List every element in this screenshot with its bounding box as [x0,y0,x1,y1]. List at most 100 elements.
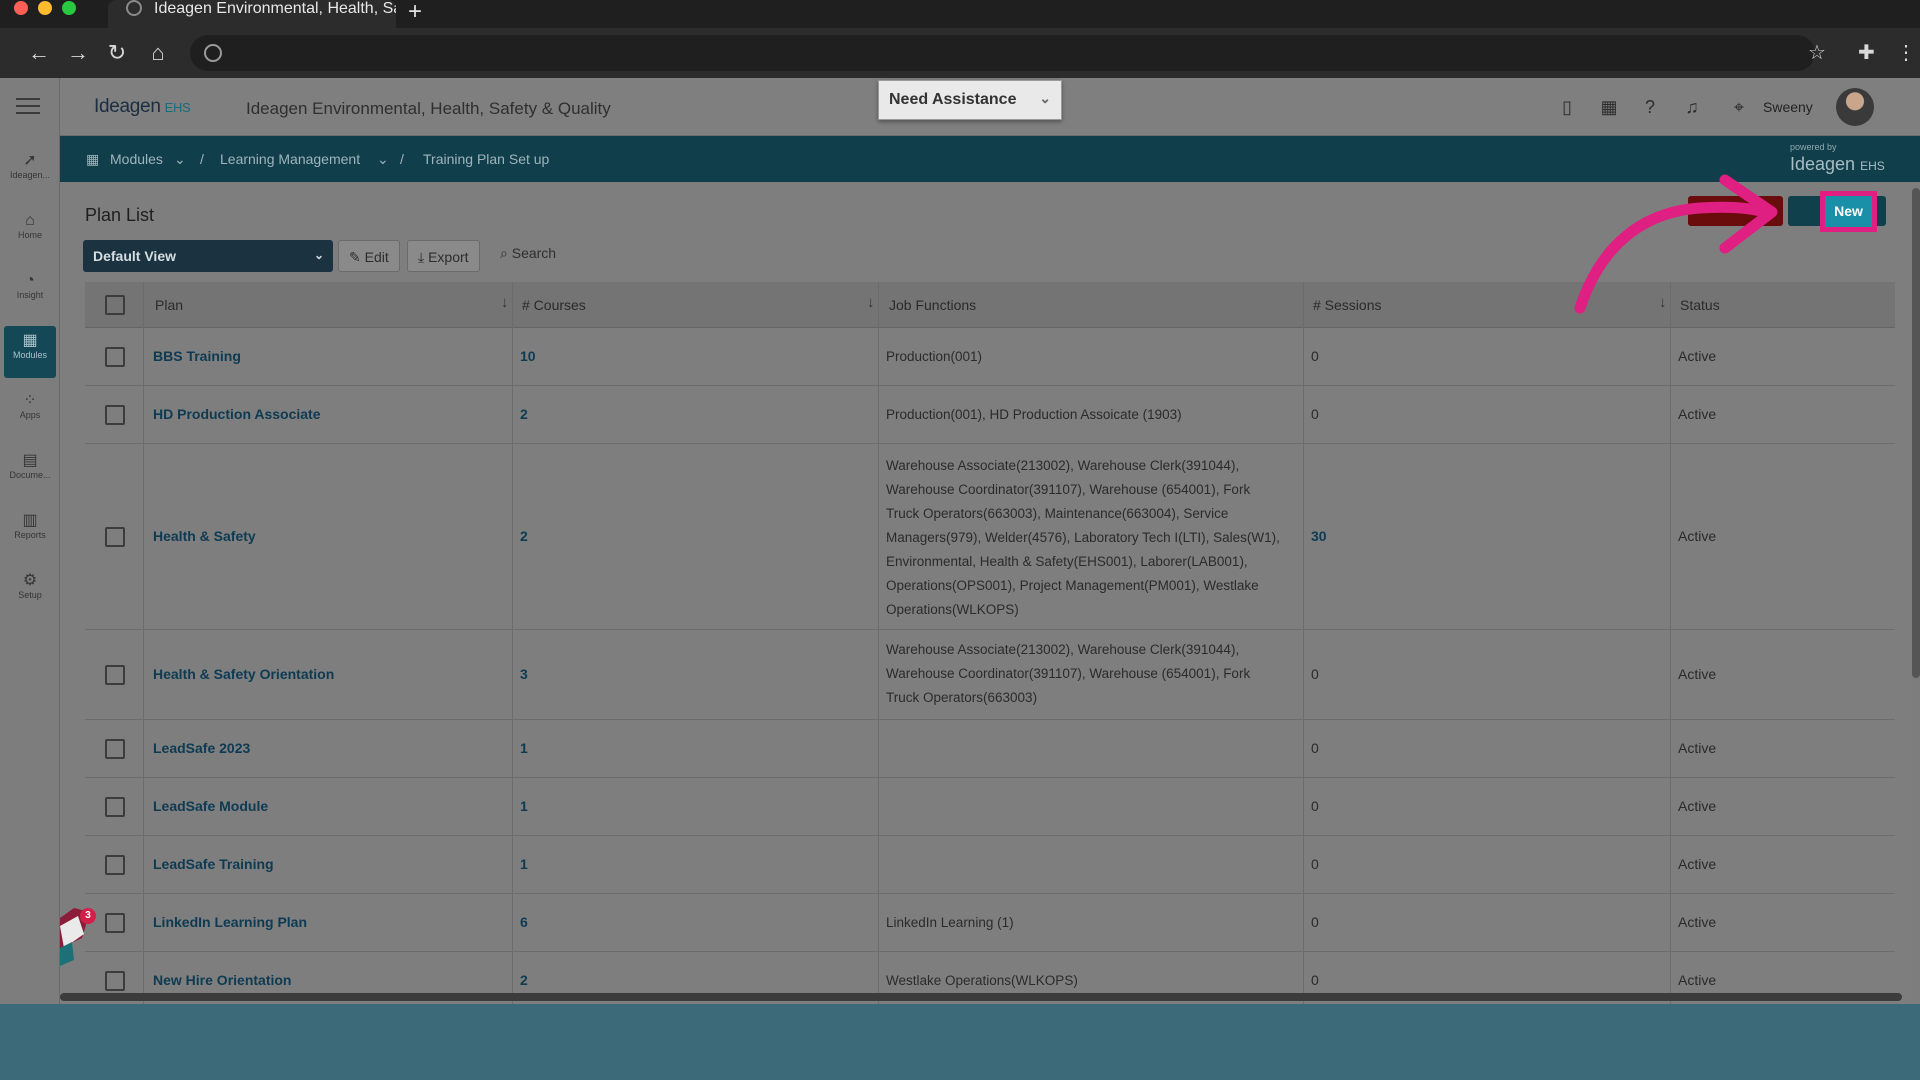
user-name[interactable]: Sweeny [1763,99,1813,115]
courses-count[interactable]: 1 [520,740,528,756]
home-icon[interactable]: ⌂ [143,38,173,68]
help-icon[interactable]: ? [1638,95,1662,119]
horizontal-scrollbar[interactable] [60,993,1902,1001]
row-checkbox[interactable] [105,347,125,367]
select-all-checkbox[interactable] [105,295,125,315]
close-window-button[interactable] [14,1,28,15]
table-row[interactable]: LeadSafe 2023 1 0 Active [85,720,1895,778]
status-value: Active [1678,348,1717,364]
export-button[interactable]: ⤓ Export [407,240,480,272]
plan-link[interactable]: New Hire Orientation [153,972,291,988]
row-checkbox[interactable] [105,405,125,425]
nav-item-home[interactable]: ⌂ Home [4,206,56,258]
row-checkbox[interactable] [105,665,125,685]
browser-tabstrip: Ideagen Environmental, Health, Sa + [0,0,1920,28]
row-checkbox[interactable] [105,971,125,991]
row-checkbox[interactable] [105,797,125,817]
column-header-status[interactable]: Status [1680,297,1720,313]
sort-arrow-icon[interactable]: ↓ [867,294,875,311]
nav-item-setup[interactable]: ⚙ Setup [4,566,56,618]
calendar-icon[interactable]: ▦ [1597,95,1621,119]
nav-label: Setup [18,590,42,600]
back-icon[interactable]: ← [24,38,54,68]
bell-icon[interactable]: ♫ [1680,95,1704,119]
breadcrumb-learning-management[interactable]: Learning Management [220,151,360,167]
chevron-down-icon[interactable]: ⌄ [377,151,389,168]
plan-link[interactable]: Health & Safety [153,528,256,544]
nav-item-modules[interactable]: ▦ Modules [4,326,56,378]
vertical-scrollbar[interactable] [1912,188,1920,678]
table-row[interactable]: LeadSafe Training 1 0 Active [85,836,1895,894]
courses-count[interactable]: 6 [520,914,528,930]
sort-arrow-icon[interactable]: ↓ [1659,294,1667,311]
table-row[interactable]: HD Production Associate 2 Production(001… [85,386,1895,444]
address-bar[interactable] [190,35,1815,71]
job-functions-line: Truck Operators(663003), Maintenance(663… [886,506,1229,521]
edit-button[interactable]: ✎ Edit [338,240,400,272]
browser-menu-icon[interactable]: ⋮ [1896,40,1916,65]
plan-link[interactable]: Health & Safety Orientation [153,666,334,682]
sort-arrow-icon[interactable]: ↓ [501,294,509,311]
column-header-job-functions[interactable]: Job Functions [889,297,976,313]
courses-count[interactable]: 2 [520,528,528,544]
plan-link[interactable]: LeadSafe 2023 [153,740,250,756]
forward-icon[interactable]: → [63,38,93,68]
nav-item-apps[interactable]: ⁘ Apps [4,386,56,438]
table-row[interactable]: Health & Safety 2 Warehouse Associate(21… [85,444,1895,630]
search-input[interactable]: ⌕ Search [500,245,556,262]
plan-link[interactable]: LeadSafe Module [153,798,268,814]
new-tab-button[interactable]: + [408,0,422,26]
sessions-count[interactable]: 30 [1311,528,1327,544]
row-checkbox[interactable] [105,913,125,933]
new-button[interactable]: New [1820,191,1877,232]
column-divider [1670,282,1671,1004]
courses-count[interactable]: 1 [520,856,528,872]
site-info-icon[interactable] [204,44,222,62]
job-functions: Production(001), HD Production Assoicate… [886,407,1182,422]
mobile-icon[interactable]: ▯ [1555,95,1579,119]
status-value: Active [1678,856,1717,872]
maximize-window-button[interactable] [62,1,76,15]
plan-link[interactable]: LeadSafe Training [153,856,274,872]
column-header-sessions[interactable]: # Sessions [1313,297,1381,313]
courses-count[interactable]: 2 [520,406,528,422]
row-checkbox[interactable] [105,739,125,759]
chevron-down-icon[interactable]: ⌄ [174,151,186,168]
column-header-plan[interactable]: Plan [155,297,183,313]
nav-item-reports[interactable]: ▥ Reports [4,506,56,558]
help-widget[interactable]: 3 [60,908,98,966]
courses-count[interactable]: 3 [520,666,528,682]
extensions-icon[interactable]: ✚ [1858,40,1875,65]
nav-item-documents[interactable]: ▤ Docume... [4,446,56,498]
minimize-window-button[interactable] [38,1,52,15]
table-row[interactable]: LinkedIn Learning Plan 6 LinkedIn Learni… [85,894,1895,952]
plan-link[interactable]: HD Production Associate [153,406,321,422]
browser-tab[interactable]: Ideagen Environmental, Health, Sa [108,0,396,28]
courses-count[interactable]: 10 [520,348,536,364]
row-checkbox[interactable] [105,527,125,547]
hamburger-menu-icon[interactable] [16,98,40,119]
need-assistance-dropdown[interactable]: Need Assistance ⌄ [878,80,1062,120]
sessions-count: 0 [1311,666,1319,682]
column-header-courses[interactable]: # Courses [522,297,586,313]
powered-by-logo: Ideagen EHS [1790,154,1885,175]
plan-link[interactable]: BBS Training [153,348,241,364]
courses-count[interactable]: 1 [520,798,528,814]
table-row[interactable]: BBS Training 10 Production(001) 0 Active [85,328,1895,386]
delete-button[interactable] [1688,196,1783,226]
bookmark-star-icon[interactable]: ☆ [1808,40,1826,65]
breadcrumb-modules[interactable]: Modules [110,151,163,167]
location-pin-icon[interactable]: ⌖ [1727,95,1751,119]
breadcrumb-separator: / [200,151,204,167]
avatar[interactable] [1836,88,1874,126]
reload-icon[interactable]: ↻ [102,38,132,68]
nav-item-insight[interactable]: ◔ Insight [4,266,56,318]
nav-item-ideagen[interactable]: ➚ Ideagen... [4,146,56,198]
row-checkbox[interactable] [105,855,125,875]
table-row[interactable]: LeadSafe Module 1 0 Active [85,778,1895,836]
courses-count[interactable]: 2 [520,972,528,988]
plan-link[interactable]: LinkedIn Learning Plan [153,914,307,930]
ideagen-logo[interactable]: Ideagen EHS [94,96,191,118]
view-select[interactable]: Default View ⌄ [83,240,333,272]
table-row[interactable]: Health & Safety Orientation 3 Warehouse … [85,630,1895,720]
